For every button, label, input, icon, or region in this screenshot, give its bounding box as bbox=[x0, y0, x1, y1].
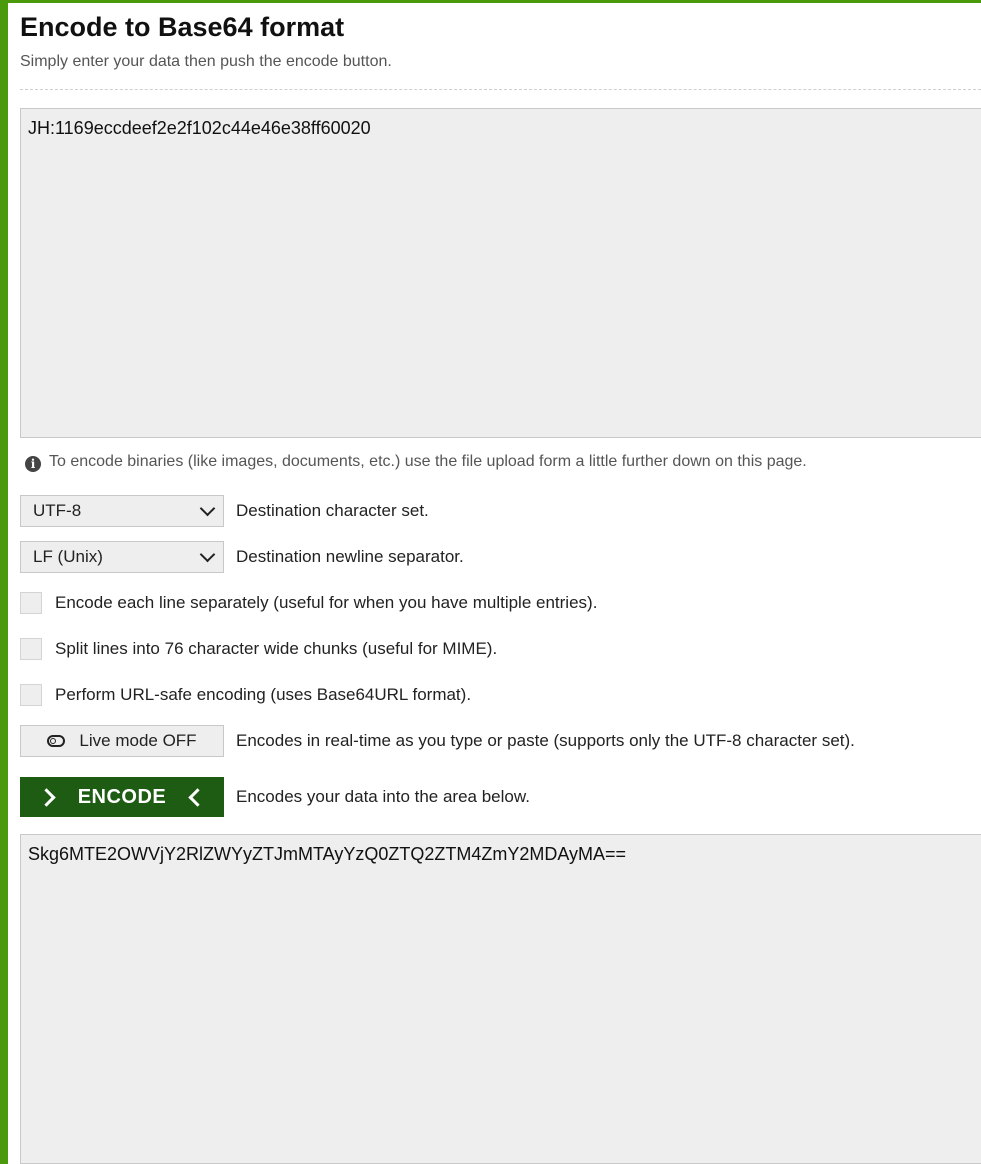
file-upload-hint-text: To encode binaries (like images, documen… bbox=[49, 453, 807, 470]
live-mode-button[interactable]: Live mode OFF bbox=[20, 725, 224, 757]
input-textarea[interactable]: JH:1169eccdeef2e2f102c44e46e38ff60020 bbox=[20, 108, 981, 438]
option-split-lines: Split lines into 76 character wide chunk… bbox=[20, 633, 497, 665]
toggle-icon bbox=[47, 735, 66, 747]
charset-label: Destination character set. bbox=[236, 501, 429, 520]
encode-button[interactable]: ENCODE bbox=[20, 777, 224, 817]
url-safe-checkbox[interactable] bbox=[20, 684, 42, 706]
option-url-safe: Perform URL-safe encoding (uses Base64UR… bbox=[20, 679, 471, 711]
encode-description: Encodes your data into the area below. bbox=[236, 787, 530, 806]
charset-row: UTF-8 Destination character set. bbox=[20, 495, 429, 527]
page-title: Encode to Base64 format bbox=[20, 12, 345, 42]
chevron-right-icon bbox=[37, 787, 56, 807]
split-lines-label[interactable]: Split lines into 76 character wide chunk… bbox=[55, 639, 497, 659]
split-lines-checkbox[interactable] bbox=[20, 638, 42, 660]
left-accent-bar bbox=[0, 0, 8, 1164]
chevron-down-icon bbox=[199, 546, 216, 563]
each-line-label[interactable]: Encode each line separately (useful for … bbox=[55, 593, 597, 613]
newline-row: LF (Unix) Destination newline separator. bbox=[20, 541, 464, 573]
chevron-down-icon bbox=[199, 500, 216, 517]
charset-selected-value: UTF-8 bbox=[33, 501, 82, 520]
live-mode-description: Encodes in real-time as you type or past… bbox=[236, 731, 855, 750]
charset-select[interactable]: UTF-8 bbox=[20, 495, 224, 527]
encode-row: ENCODE Encodes your data into the area b… bbox=[20, 777, 530, 817]
live-mode-row: Live mode OFF Encodes in real-time as yo… bbox=[20, 725, 855, 757]
option-each-line: Encode each line separately (useful for … bbox=[20, 587, 597, 619]
output-textarea[interactable]: Skg6MTE2OWVjY2RlZWYyZTJmMTAyYzQ0ZTQ2ZTM4… bbox=[20, 834, 981, 1164]
info-icon: i bbox=[25, 456, 41, 472]
newline-label: Destination newline separator. bbox=[236, 547, 464, 566]
encode-button-label: ENCODE bbox=[77, 785, 167, 808]
page-subtitle: Simply enter your data then push the enc… bbox=[20, 53, 392, 70]
newline-selected-value: LF (Unix) bbox=[33, 547, 103, 566]
chevron-left-icon bbox=[188, 787, 207, 807]
url-safe-label[interactable]: Perform URL-safe encoding (uses Base64UR… bbox=[55, 685, 471, 705]
each-line-checkbox[interactable] bbox=[20, 592, 42, 614]
top-accent-bar bbox=[8, 0, 981, 3]
divider bbox=[20, 89, 981, 90]
file-upload-hint: i To encode binaries (like images, docume… bbox=[25, 453, 807, 472]
newline-select[interactable]: LF (Unix) bbox=[20, 541, 224, 573]
live-mode-label: Live mode OFF bbox=[79, 731, 197, 750]
